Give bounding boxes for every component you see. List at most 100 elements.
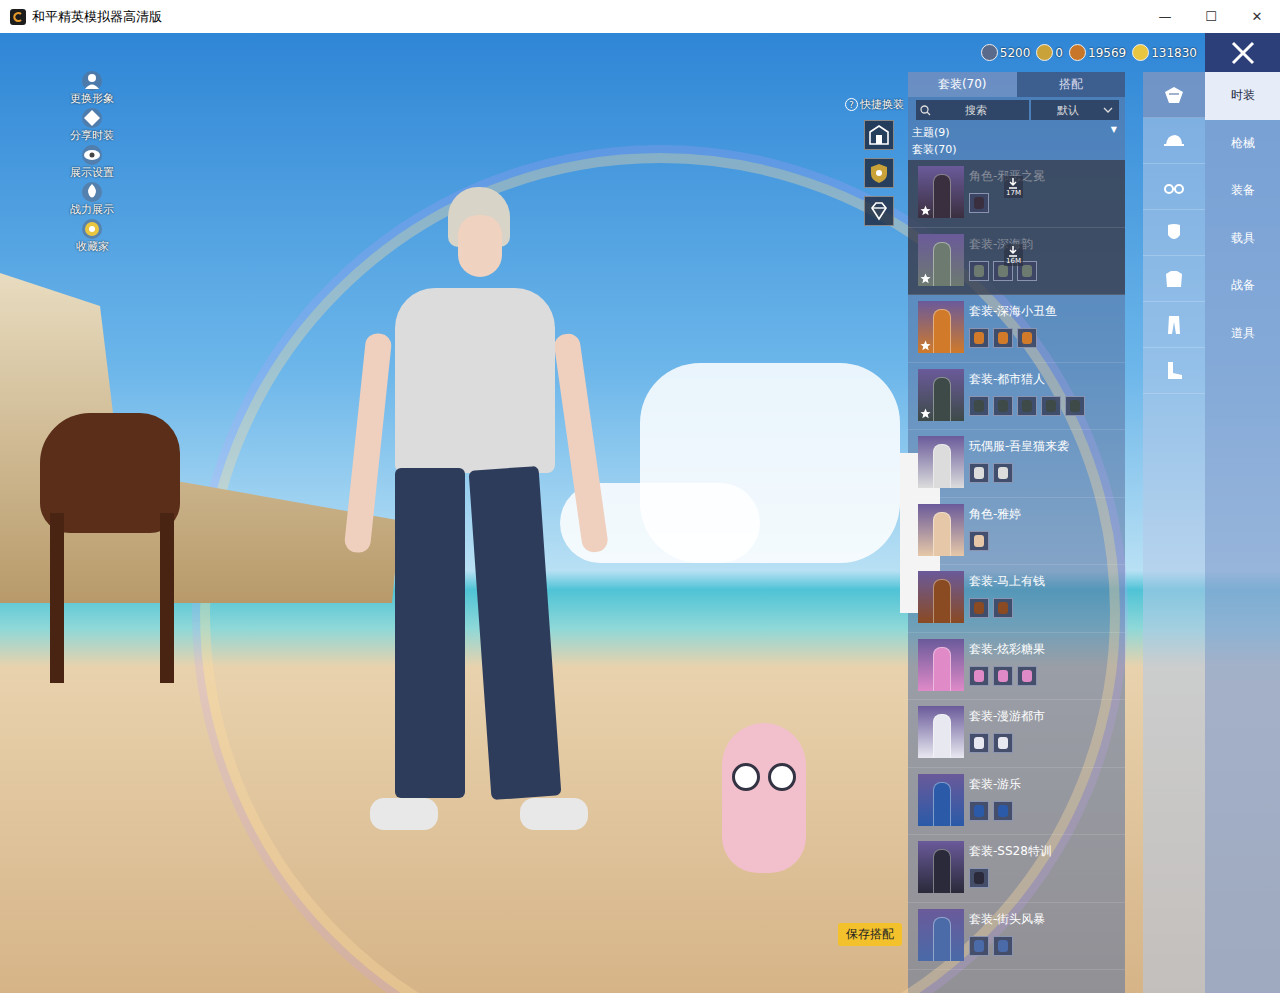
part-icon xyxy=(993,396,1013,416)
part-icon xyxy=(969,463,989,483)
title-bar: 和平精英模拟器高清版 —☐✕ xyxy=(0,0,1280,33)
theme-filter[interactable]: 主题(9) ▼ xyxy=(908,123,1125,140)
nav-item[interactable]: 道具 xyxy=(1205,310,1280,358)
outfit-item[interactable]: 套装-深海小丑鱼 xyxy=(908,295,1125,363)
outfit-figure xyxy=(933,174,951,218)
outfit-figure xyxy=(933,309,951,353)
outfit-figure xyxy=(933,647,951,691)
part-icon xyxy=(993,936,1013,956)
panel-tab[interactable]: 搭配 xyxy=(1017,72,1126,97)
part-icon xyxy=(1041,396,1061,416)
character-head xyxy=(458,215,502,277)
category-item[interactable] xyxy=(1143,72,1205,118)
window-control-button[interactable]: ☐ xyxy=(1188,9,1234,24)
scene: 更换形象 分享时装 展示设置 战力展示 收藏家 ? 快捷换装 保存搭配 xyxy=(0,33,908,993)
outfit-parts xyxy=(969,733,1045,753)
outfit-title: 套装-SS28特训 xyxy=(969,843,1052,860)
menu-icon xyxy=(82,219,102,239)
mask-icon xyxy=(1162,222,1186,244)
outfit-item[interactable]: 套装-街头风暴 xyxy=(908,903,1125,971)
panel-tabs: 套装(70)搭配 xyxy=(908,72,1125,97)
outfit-figure xyxy=(933,242,951,286)
outfit-title: 套装-游乐 xyxy=(969,776,1021,793)
panel-tab[interactable]: 套装(70) xyxy=(908,72,1017,97)
outfit-thumbnail xyxy=(918,436,964,488)
outfit-parts xyxy=(969,261,1037,281)
outfit-info: 套装-深海韵 xyxy=(969,234,1037,281)
outfit-title: 套装-漫游都市 xyxy=(969,708,1045,725)
category-item[interactable] xyxy=(1143,348,1205,394)
outfit-thumbnail xyxy=(918,504,964,556)
part-icon xyxy=(969,936,989,956)
close-icon xyxy=(1230,40,1256,66)
side-menu-item[interactable]: 更换形象 xyxy=(62,71,122,106)
download-badge[interactable]: 17M xyxy=(1004,176,1023,198)
category-item[interactable] xyxy=(1143,118,1205,164)
outfit-item[interactable]: 玩偶服-吾皇猫来袭 xyxy=(908,430,1125,498)
quick-change-button[interactable] xyxy=(864,196,894,226)
outfit-info: 玩偶服-吾皇猫来袭 xyxy=(969,436,1069,483)
search-field[interactable]: 搜索 xyxy=(916,100,1029,120)
filter-row: 搜索 默认 xyxy=(908,97,1125,123)
outfit-thumbnail xyxy=(918,909,964,961)
search-placeholder: 搜索 xyxy=(937,103,1029,118)
currency-bar: 5200 0 19569 131830 xyxy=(908,33,1205,72)
download-size: 16M xyxy=(1006,257,1021,265)
menu-icon xyxy=(82,71,102,91)
window-control-button[interactable]: ✕ xyxy=(1234,9,1280,24)
outfit-title: 套装-深海韵 xyxy=(969,236,1037,253)
outfit-item[interactable]: 套装-游乐 xyxy=(908,768,1125,836)
side-menu-item[interactable]: 收藏家 xyxy=(62,219,122,254)
side-menu-item[interactable]: 战力展示 xyxy=(62,182,122,217)
sort-dropdown[interactable]: 默认 xyxy=(1031,100,1119,120)
quick-change-header: ? 快捷换装 xyxy=(845,97,904,112)
side-menu-item[interactable]: 展示设置 xyxy=(62,145,122,180)
category-column xyxy=(1143,72,1205,993)
side-menu-label: 战力展示 xyxy=(70,202,114,217)
download-icon xyxy=(1007,177,1019,189)
wardrobe-icon xyxy=(868,124,890,146)
star-icon xyxy=(920,205,931,216)
outfit-item[interactable]: 套装-马上有钱 xyxy=(908,565,1125,633)
quick-change-button[interactable] xyxy=(864,120,894,150)
side-menu-item[interactable]: 分享时装 xyxy=(62,108,122,143)
outfit-list: 角色-邪恶之冕 17M 套装-深海韵 16M 套装-深海小丑鱼 套装-都市猎人 … xyxy=(908,160,1125,970)
category-item[interactable] xyxy=(1143,302,1205,348)
close-button[interactable] xyxy=(1205,33,1280,72)
nav-item[interactable]: 装备 xyxy=(1205,167,1280,215)
quick-change-button[interactable] xyxy=(864,158,894,188)
save-outfit-button[interactable]: 保存搭配 xyxy=(838,923,902,946)
right-side: 5200 0 19569 131830 套装(70)搭配 搜索 默认 主题(9)… xyxy=(908,33,1280,993)
outfit-item[interactable]: 套装-深海韵 16M xyxy=(908,228,1125,296)
outfit-item[interactable]: 套装-都市猎人 xyxy=(908,363,1125,431)
download-badge[interactable]: 16M xyxy=(1004,244,1023,266)
outfit-item[interactable]: 套装-漫游都市 xyxy=(908,700,1125,768)
nav-item[interactable]: 战备 xyxy=(1205,262,1280,310)
outfit-figure xyxy=(933,579,951,623)
outfit-item[interactable]: 角色-雅婷 xyxy=(908,498,1125,566)
category-item[interactable] xyxy=(1143,164,1205,210)
category-item[interactable] xyxy=(1143,210,1205,256)
outfit-thumbnail xyxy=(918,301,964,353)
help-icon[interactable]: ? xyxy=(845,98,858,111)
outfit-item[interactable]: 套装-SS28特训 xyxy=(908,835,1125,903)
part-icon xyxy=(969,261,989,281)
outfit-item[interactable]: 角色-邪恶之冕 17M xyxy=(908,160,1125,228)
outfit-parts xyxy=(969,531,1021,551)
window-control-button[interactable]: — xyxy=(1142,9,1188,24)
outfit-title: 套装-炫彩糖果 xyxy=(969,641,1045,658)
nav-item[interactable]: 枪械 xyxy=(1205,120,1280,168)
app-logo-icon xyxy=(10,9,26,25)
category-item[interactable] xyxy=(1143,256,1205,302)
outfit-item[interactable]: 套装-炫彩糖果 xyxy=(908,633,1125,701)
character-shoe xyxy=(370,798,438,830)
outfit-parts xyxy=(969,936,1045,956)
download-size: 17M xyxy=(1006,189,1021,197)
outfit-title: 玩偶服-吾皇猫来袭 xyxy=(969,438,1069,455)
menu-icon xyxy=(82,182,102,202)
nav-item[interactable]: 时装 xyxy=(1205,72,1280,120)
outfit-parts xyxy=(969,868,1052,888)
side-menu-label: 展示设置 xyxy=(70,165,114,180)
nav-item[interactable]: 载具 xyxy=(1205,215,1280,263)
currency: 5200 xyxy=(981,44,1031,61)
